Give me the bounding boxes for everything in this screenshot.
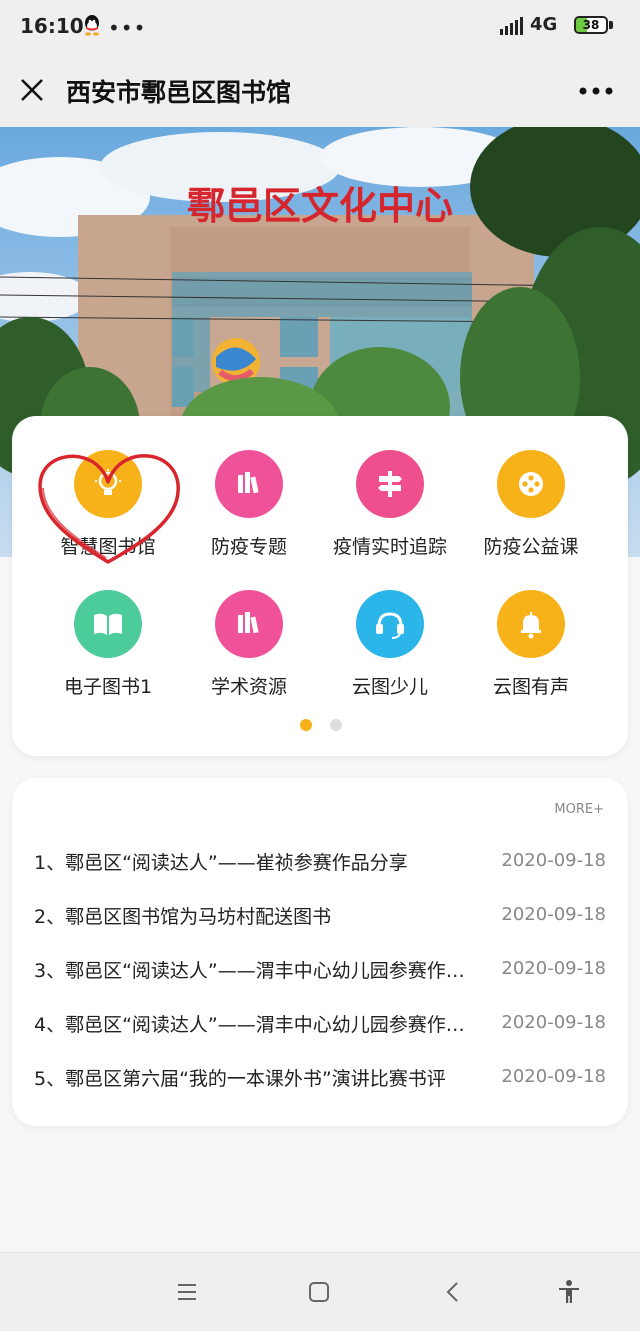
news-item[interactable]: 5、鄠邑区第六届“我的一本课外书”演讲比赛书评 2020-09-18 [34,1056,606,1096]
open-book-icon [74,590,142,658]
menu-item-smart-library[interactable]: 智慧图书馆 [38,450,178,570]
more-icon[interactable] [578,86,614,96]
close-icon[interactable] [18,76,46,104]
books-icon [215,590,283,658]
qq-icon [85,15,99,36]
menu-item-epidemic-topic[interactable]: 防疫专题 [179,450,319,570]
books-icon [215,450,283,518]
nav-bar: 西安市鄠邑区图书馆 [0,54,640,127]
battery-icon: 38 [574,16,614,34]
status-time: 16:10 [20,14,84,38]
bell-icon [497,590,565,658]
menu-icon[interactable] [174,1279,200,1305]
news-date: 2020-09-18 [501,1066,606,1087]
news-date: 2020-09-18 [501,958,606,979]
accessibility-icon[interactable] [556,1279,582,1305]
news-item[interactable]: 2、鄠邑区图书馆为马坊村配送图书 2020-09-18 [34,894,606,934]
news-title: 2、鄠邑区图书馆为马坊村配送图书 [34,906,332,928]
more-dots-icon: ••• [108,16,147,40]
page-title: 西安市鄠邑区图书馆 [66,78,292,107]
news-date: 2020-09-18 [501,904,606,925]
menu-label: 电子图书1 [63,676,153,698]
headset-icon [356,590,424,658]
menu-label: 防疫专题 [210,536,287,558]
network-type: 4G [530,14,558,35]
menu-label: 学术资源 [210,676,287,698]
status-bar: 16:10 ••• 4G 38 [0,0,640,54]
pager-dot-active[interactable] [300,719,312,731]
menu-label: 云图有声 [492,676,569,698]
news-title: 1、鄠邑区“阅读达人”——崔祯参赛作品分享 [34,852,408,874]
news-title: 5、鄠邑区第六届“我的一本课外书”演讲比赛书评 [34,1068,446,1090]
signal-icon [500,17,523,35]
film-reel-icon [497,450,565,518]
news-item[interactable]: 1、鄠邑区“阅读达人”——崔祯参赛作品分享 2020-09-18 [34,840,606,880]
battery-level: 38 [582,18,600,32]
back-icon[interactable] [440,1279,466,1305]
more-link[interactable]: MORE+ [554,802,604,817]
menu-item-academic-resources[interactable]: 学术资源 [179,590,319,710]
menu-item-ebooks[interactable]: 电子图书1 [38,590,178,710]
news-title: 3、鄠邑区“阅读达人”——渭丰中心幼儿园参赛作品分享 [34,960,480,982]
system-nav-bar [0,1252,640,1331]
menu-item-cloud-audio[interactable]: 云图有声 [461,590,601,710]
banner-sign-text: 鄠邑区文化中心 [187,184,453,228]
menu-label: 云图少儿 [351,676,428,698]
menu-label: 智慧图书馆 [60,536,156,558]
lightbulb-icon [74,450,142,518]
news-date: 2020-09-18 [501,1012,606,1033]
home-icon[interactable] [306,1279,332,1305]
news-title: 4、鄠邑区“阅读达人”——渭丰中心幼儿园参赛作品分享 [34,1014,480,1036]
news-item[interactable]: 3、鄠邑区“阅读达人”——渭丰中心幼儿园参赛作品分享 2020-09-18 [34,948,606,988]
menu-label: 疫情实时追踪 [332,536,447,558]
news-date: 2020-09-18 [501,850,606,871]
menu-item-epidemic-tracking[interactable]: 疫情实时追踪 [320,450,460,570]
pager-dot[interactable] [330,719,342,731]
news-card: MORE+ 1、鄠邑区“阅读达人”——崔祯参赛作品分享 2020-09-18 2… [12,778,628,1126]
menu-item-cloud-kids[interactable]: 云图少儿 [320,590,460,710]
menu-label: 防疫公益课 [483,536,579,558]
news-item[interactable]: 4、鄠邑区“阅读达人”——渭丰中心幼儿园参赛作品分享 2020-09-18 [34,1002,606,1042]
signpost-icon [356,450,424,518]
menu-item-public-course[interactable]: 防疫公益课 [461,450,601,570]
